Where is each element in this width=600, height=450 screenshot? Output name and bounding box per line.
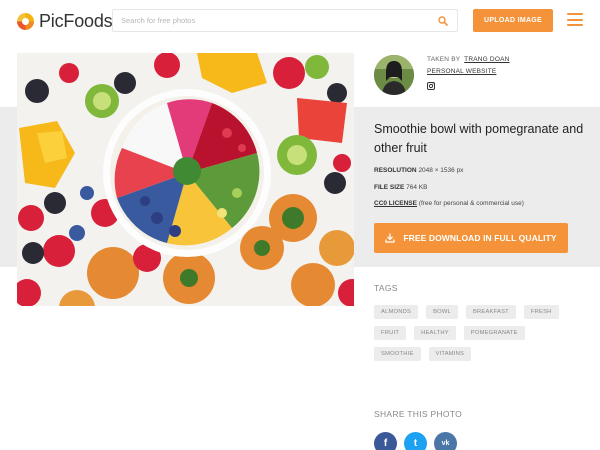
tag-chip[interactable]: ALMONDS — [374, 305, 419, 319]
logo-icon — [17, 13, 34, 30]
download-label: FREE DOWNLOAD IN FULL QUALITY — [403, 233, 557, 243]
tag-chip[interactable]: BREAKFAST — [465, 305, 516, 319]
filesize-value: 764 KB — [406, 184, 428, 191]
main-photo[interactable] — [17, 53, 354, 306]
taken-by-line: TAKEN BY TRANG DOAN — [427, 56, 510, 63]
filesize-label: FILE SIZE — [374, 184, 405, 191]
tag-list: ALMONDS BOWL BREAKFAST FRESH FRUIT HEALTHY POM… — [374, 305, 584, 368]
hamburger-menu-icon[interactable] — [567, 13, 583, 26]
taken-by-label: TAKEN BY — [427, 56, 461, 63]
search-input[interactable] — [121, 13, 421, 28]
vk-share-button[interactable]: vk — [434, 432, 457, 450]
smoothie-bowl-image — [17, 53, 354, 306]
facebook-share-button[interactable]: f — [374, 432, 397, 450]
share-heading: SHARE THIS PHOTO — [374, 409, 463, 419]
tags-heading: TAGS — [374, 283, 398, 293]
author-name-link[interactable]: TRANG DOAN — [464, 56, 509, 63]
vk-icon: vk — [441, 440, 450, 447]
license-info: CC0 LICENSE (free for personal & commerc… — [374, 200, 524, 207]
filesize-info: FILE SIZE 764 KB — [374, 184, 427, 191]
license-link[interactable]: CC0 LICENSE — [374, 200, 417, 207]
resolution-label: RESOLUTION — [374, 167, 417, 174]
instagram-icon[interactable] — [427, 82, 435, 90]
tag-chip[interactable]: SMOOTHIE — [374, 347, 421, 361]
author-avatar[interactable] — [374, 55, 414, 95]
tag-chip[interactable]: POMEGRANATE — [463, 326, 525, 340]
upload-image-button[interactable]: UPLOAD IMAGE — [473, 9, 553, 32]
logo-text: PicFoods — [39, 11, 113, 31]
download-icon — [385, 233, 395, 243]
tag-chip[interactable]: HEALTHY — [414, 326, 456, 340]
free-download-button[interactable]: FREE DOWNLOAD IN FULL QUALITY — [374, 223, 568, 253]
photo-title: Smoothie bowl with pomegranate and other… — [374, 122, 584, 155]
resolution-value: 2048 × 1536 px — [418, 167, 464, 174]
tag-chip[interactable]: FRESH — [523, 305, 559, 319]
tag-chip[interactable]: FRUIT — [374, 326, 407, 340]
logo[interactable]: PicFoods — [17, 11, 113, 32]
tag-chip[interactable]: VITAMINS — [428, 347, 472, 361]
site-header: PicFoods UPLOAD IMAGE — [0, 0, 600, 42]
resolution-info: RESOLUTION 2048 × 1536 px — [374, 167, 463, 174]
search-icon[interactable] — [438, 16, 448, 26]
facebook-icon: f — [383, 438, 388, 449]
search-box — [112, 9, 458, 32]
twitter-icon: t — [413, 438, 418, 449]
twitter-share-button[interactable]: t — [404, 432, 427, 450]
personal-website-link[interactable]: PERSONAL WEBSITE — [427, 68, 496, 75]
license-note: (free for personal & commercial use) — [418, 200, 524, 207]
tag-chip[interactable]: BOWL — [426, 305, 458, 319]
